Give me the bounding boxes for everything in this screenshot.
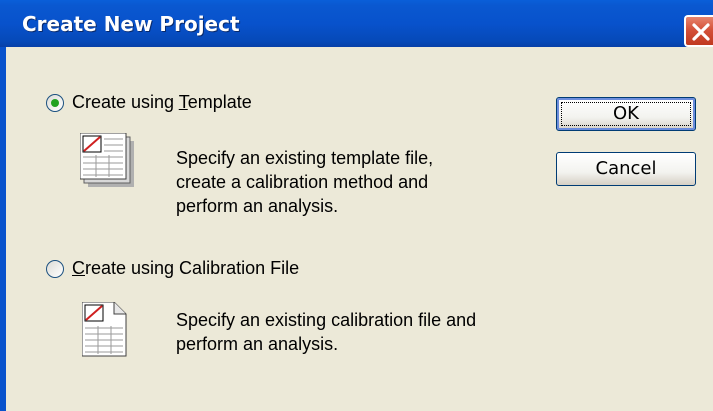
radio-label-template: Create using Template	[72, 92, 252, 112]
window-left-border	[0, 47, 6, 411]
radio-label-calibration-file: Create using Calibration File	[72, 258, 300, 278]
title-bar[interactable]: Create New Project	[0, 0, 713, 47]
template-description-line: perform an analysis.	[176, 196, 339, 216]
radio-button-template[interactable]	[46, 93, 64, 112]
template-description-line: Specify an existing template file,	[176, 148, 434, 168]
focus-rectangle	[561, 102, 691, 126]
cancel-button[interactable]: Cancel	[556, 152, 696, 186]
template-description-line: create a calibration method and	[176, 172, 429, 192]
close-icon	[692, 23, 710, 41]
ok-button[interactable]: OK	[556, 97, 696, 131]
radio-create-using-template[interactable]: Create using Template	[46, 92, 252, 113]
radio-button-calibration-file[interactable]	[46, 259, 64, 278]
window-title: Create New Project	[22, 12, 240, 36]
radio-create-using-calibration-file[interactable]: Create using Calibration File	[46, 258, 299, 279]
calibration-description-line: Specify an existing calibration file and	[176, 310, 477, 330]
calibration-document-icon	[82, 302, 127, 357]
cancel-button-label: Cancel	[595, 158, 657, 179]
calibration-description: Specify an existing calibration file and…	[176, 308, 476, 356]
template-document-icon	[80, 133, 134, 187]
create-new-project-dialog: Create New Project Create using Template	[0, 0, 713, 411]
template-description: Specify an existing template file, creat…	[176, 146, 433, 218]
close-button[interactable]	[684, 15, 713, 47]
calibration-description-line: perform an analysis.	[176, 334, 339, 354]
